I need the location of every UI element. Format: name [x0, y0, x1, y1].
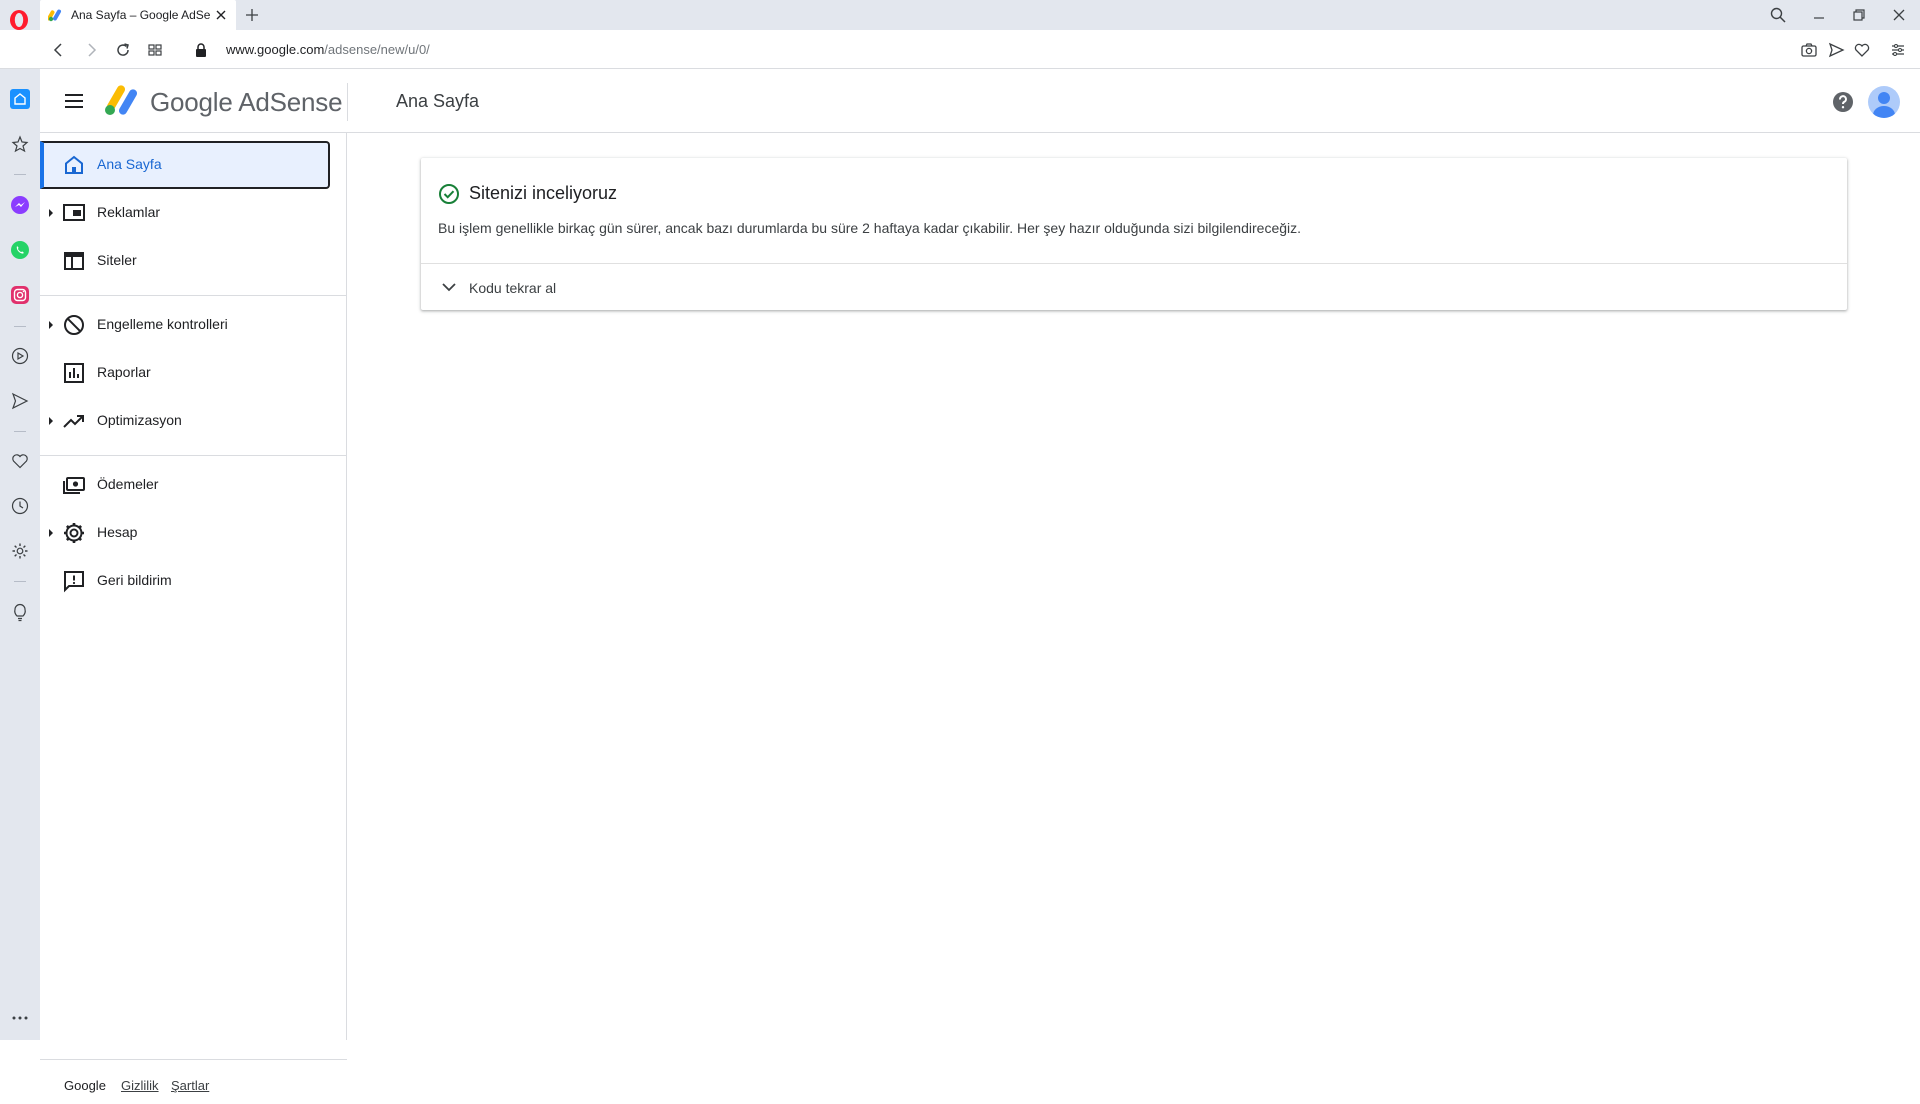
- nav-label: Hesap: [97, 524, 138, 540]
- sidebar-separator: [14, 326, 26, 327]
- player-icon[interactable]: [10, 346, 30, 366]
- nav-label: Optimizasyon: [97, 412, 182, 428]
- card-title: Sitenizi inceliyoruz: [469, 183, 618, 203]
- footer-privacy-link[interactable]: Gizlilik: [121, 1078, 159, 1093]
- footer-google: Google: [64, 1078, 106, 1093]
- menu-icon[interactable]: [62, 89, 86, 113]
- messenger-icon[interactable]: [10, 195, 30, 215]
- browser-tab-bar: Ana Sayfa – Google AdSense: [0, 0, 1920, 30]
- side-navigation: Ana Sayfa Reklamlar Siteler Engelleme ko…: [40, 133, 347, 1093]
- easy-setup-icon[interactable]: [1889, 41, 1907, 59]
- adsense-favicon-icon: [48, 9, 61, 22]
- search-tabs-icon[interactable]: [1769, 6, 1787, 24]
- reports-bar-chart-icon: [64, 363, 84, 383]
- new-tab-icon[interactable]: [244, 7, 260, 23]
- back-icon[interactable]: [50, 41, 68, 59]
- block-icon: [64, 315, 84, 335]
- browser-address-bar: www.google.com/adsense/new/u/0/: [0, 30, 1920, 69]
- nav-divider: [40, 295, 347, 296]
- settings-gear-icon[interactable]: [10, 541, 30, 561]
- card-description: Bu işlem genellikle birkaç gün sürer, an…: [438, 220, 1302, 236]
- help-icon[interactable]: [1831, 90, 1855, 114]
- lock-icon[interactable]: [192, 41, 210, 59]
- adsense-logo-icon[interactable]: [104, 85, 140, 117]
- reload-icon[interactable]: [114, 41, 132, 59]
- send-icon[interactable]: [1827, 41, 1845, 59]
- expand-arrow-icon: [49, 529, 53, 537]
- url-host: www.google.com: [226, 42, 325, 57]
- header-divider: [347, 83, 348, 121]
- feedback-icon: [64, 571, 84, 593]
- bookmark-heart-icon[interactable]: [1853, 41, 1871, 59]
- app-header: Google AdSense Ana Sayfa: [40, 69, 1920, 133]
- instagram-icon[interactable]: [10, 285, 30, 305]
- close-tab-icon[interactable]: [214, 8, 228, 22]
- nav-label: Reklamlar: [97, 204, 161, 220]
- home-icon: [65, 155, 83, 174]
- chevron-down-icon: [442, 283, 456, 292]
- close-window-icon[interactable]: [1890, 6, 1908, 24]
- bookmarks-star-icon[interactable]: [10, 134, 30, 154]
- check-circle-icon: [439, 184, 459, 204]
- settings-gear-icon: [64, 523, 84, 543]
- expander-label: Kodu tekrar al: [469, 280, 557, 296]
- minimize-window-icon[interactable]: [1810, 6, 1828, 24]
- nav-item-payments[interactable]: Ödemeler: [40, 461, 330, 509]
- tips-lightbulb-icon[interactable]: [10, 602, 30, 622]
- opera-sidebar: [0, 69, 40, 1040]
- nav-label: Raporlar: [97, 364, 151, 380]
- sidebar-separator: [14, 431, 26, 432]
- nav-item-reports[interactable]: Raporlar: [40, 349, 330, 397]
- nav-item-feedback[interactable]: Geri bildirim: [40, 557, 330, 605]
- restore-window-icon[interactable]: [1850, 6, 1868, 24]
- sidebar-separator: [14, 581, 26, 582]
- get-code-again-expander[interactable]: Kodu tekrar al: [421, 264, 1847, 310]
- nav-item-home[interactable]: Ana Sayfa: [40, 141, 330, 189]
- page-title: Ana Sayfa: [396, 91, 480, 111]
- nav-label: Ödemeler: [97, 476, 159, 492]
- brand-name: Google AdSense: [150, 87, 343, 117]
- nav-label: Geri bildirim: [97, 572, 172, 588]
- nav-label: Engelleme kontrolleri: [97, 316, 228, 332]
- nav-divider: [40, 455, 347, 456]
- nav-item-optimization[interactable]: Optimizasyon: [40, 397, 330, 445]
- nav-item-ads[interactable]: Reklamlar: [40, 189, 330, 237]
- forward-icon[interactable]: [82, 41, 100, 59]
- whatsapp-icon[interactable]: [10, 240, 30, 260]
- nav-item-account[interactable]: Hesap: [40, 509, 330, 557]
- nav-item-sites[interactable]: Siteler: [40, 237, 330, 285]
- footer-terms-link[interactable]: Şartlar: [171, 1078, 209, 1093]
- site-review-card: Sitenizi inceliyoruz Bu işlem genellikle…: [421, 158, 1847, 310]
- adsense-app: Google AdSense Ana Sayfa Ana Sayfa Rekla…: [40, 69, 1920, 1093]
- payments-icon: [63, 477, 85, 494]
- ads-icon: [63, 204, 85, 221]
- snapshot-icon[interactable]: [1800, 41, 1818, 59]
- my-flow-heart-icon[interactable]: [10, 451, 30, 471]
- flow-send-icon[interactable]: [10, 391, 30, 411]
- home-speed-dial-icon[interactable]: [10, 89, 30, 109]
- nav-item-blocking-controls[interactable]: Engelleme kontrolleri: [40, 301, 330, 349]
- browser-tab-adsense[interactable]: Ana Sayfa – Google AdSense: [40, 0, 236, 30]
- account-avatar-icon[interactable]: [1868, 86, 1900, 118]
- main-content: Sitenizi inceliyoruz Bu işlem genellikle…: [347, 133, 1920, 1040]
- url-path: /adsense/new/u/0/: [324, 42, 430, 57]
- expand-arrow-icon: [49, 417, 53, 425]
- sites-icon: [64, 252, 84, 270]
- nav-label: Siteler: [97, 252, 137, 268]
- nav-footer: Google Gizlilik Şartlar: [40, 1059, 347, 1104]
- tab-title: Ana Sayfa – Google AdSense: [71, 8, 210, 22]
- expand-arrow-icon: [49, 321, 53, 329]
- opera-logo-icon[interactable]: [8, 9, 30, 31]
- more-dots-icon[interactable]: [10, 1008, 30, 1028]
- sidebar-separator: [14, 174, 26, 175]
- nav-label: Ana Sayfa: [97, 156, 162, 172]
- url-field[interactable]: www.google.com/adsense/new/u/0/: [226, 42, 430, 57]
- history-clock-icon[interactable]: [10, 496, 30, 516]
- trending-up-icon: [63, 415, 84, 428]
- expand-arrow-icon: [49, 209, 53, 217]
- speed-dial-icon[interactable]: [146, 41, 164, 59]
